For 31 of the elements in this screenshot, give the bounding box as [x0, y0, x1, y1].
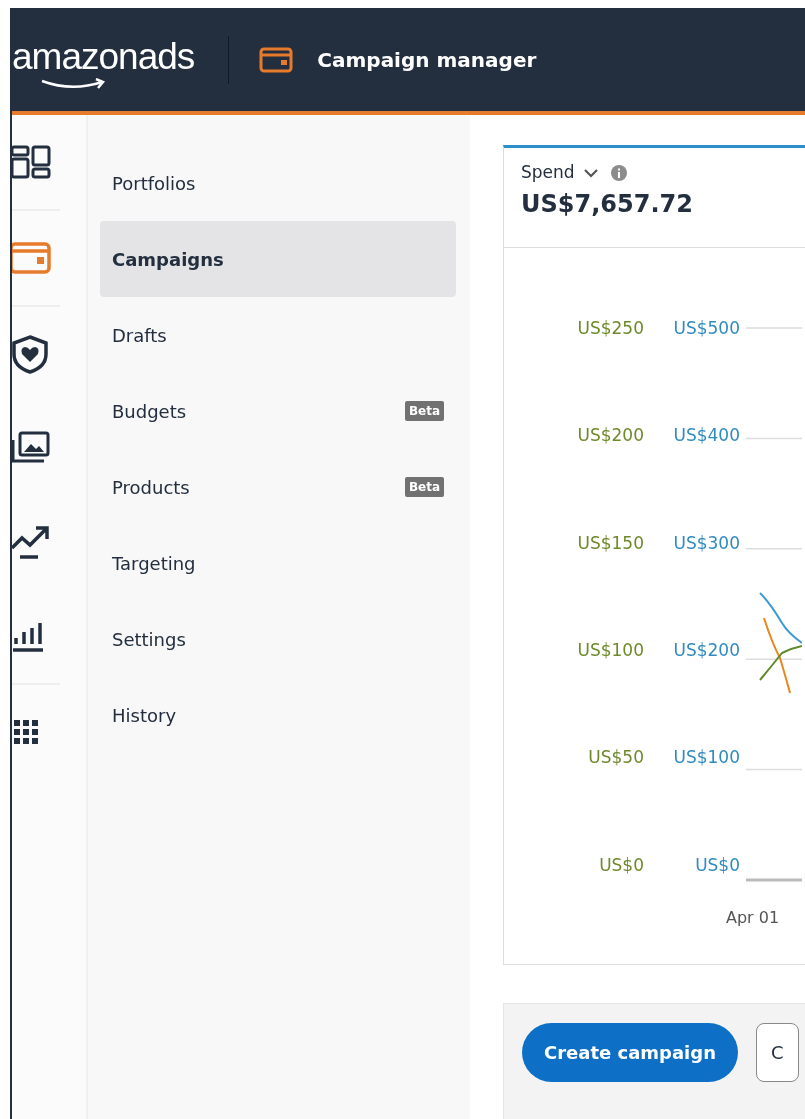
nav-item[interactable]: Portfolios [100, 145, 456, 221]
wallet-icon [259, 46, 294, 73]
secondary-button[interactable]: C [756, 1023, 799, 1082]
axis-label: US$400 [673, 427, 740, 448]
create-campaign-button[interactable]: Create campaign [522, 1023, 738, 1082]
page-title: Campaign manager [317, 46, 537, 74]
logo[interactable]: amazonads [12, 37, 195, 92]
nav-item[interactable]: Budgets Beta [100, 373, 456, 449]
metric-value: US$7,657.72 [521, 188, 694, 220]
nav-item[interactable]: Drafts [100, 297, 456, 373]
axis-label: US$200 [673, 642, 740, 662]
beta-badge: Beta [404, 477, 444, 497]
axis-label: US$500 [673, 320, 740, 340]
axis-label: US$100 [673, 749, 740, 770]
wallet-icon[interactable] [12, 241, 54, 275]
nav-item[interactable]: Campaigns [100, 221, 456, 297]
axis-label: US$300 [673, 534, 740, 555]
nav-item[interactable]: Targeting [100, 525, 456, 601]
axis-label: US$100 [577, 642, 644, 662]
nav-item[interactable]: History [100, 677, 456, 753]
beta-badge: Beta [404, 401, 444, 421]
axis-label: US$250 [577, 320, 644, 340]
axis-label: US$50 [588, 749, 644, 770]
nav-item[interactable]: Settings [100, 601, 456, 677]
nav-item[interactable]: Products Beta [100, 449, 456, 525]
dashboard-icon[interactable] [12, 144, 54, 180]
metric-label: Spend [521, 161, 575, 184]
axis-label: US$0 [599, 856, 644, 877]
axis-label: US$150 [577, 534, 644, 555]
axis-label: US$200 [577, 427, 644, 448]
x-axis-label: Apr 01 [726, 907, 780, 929]
